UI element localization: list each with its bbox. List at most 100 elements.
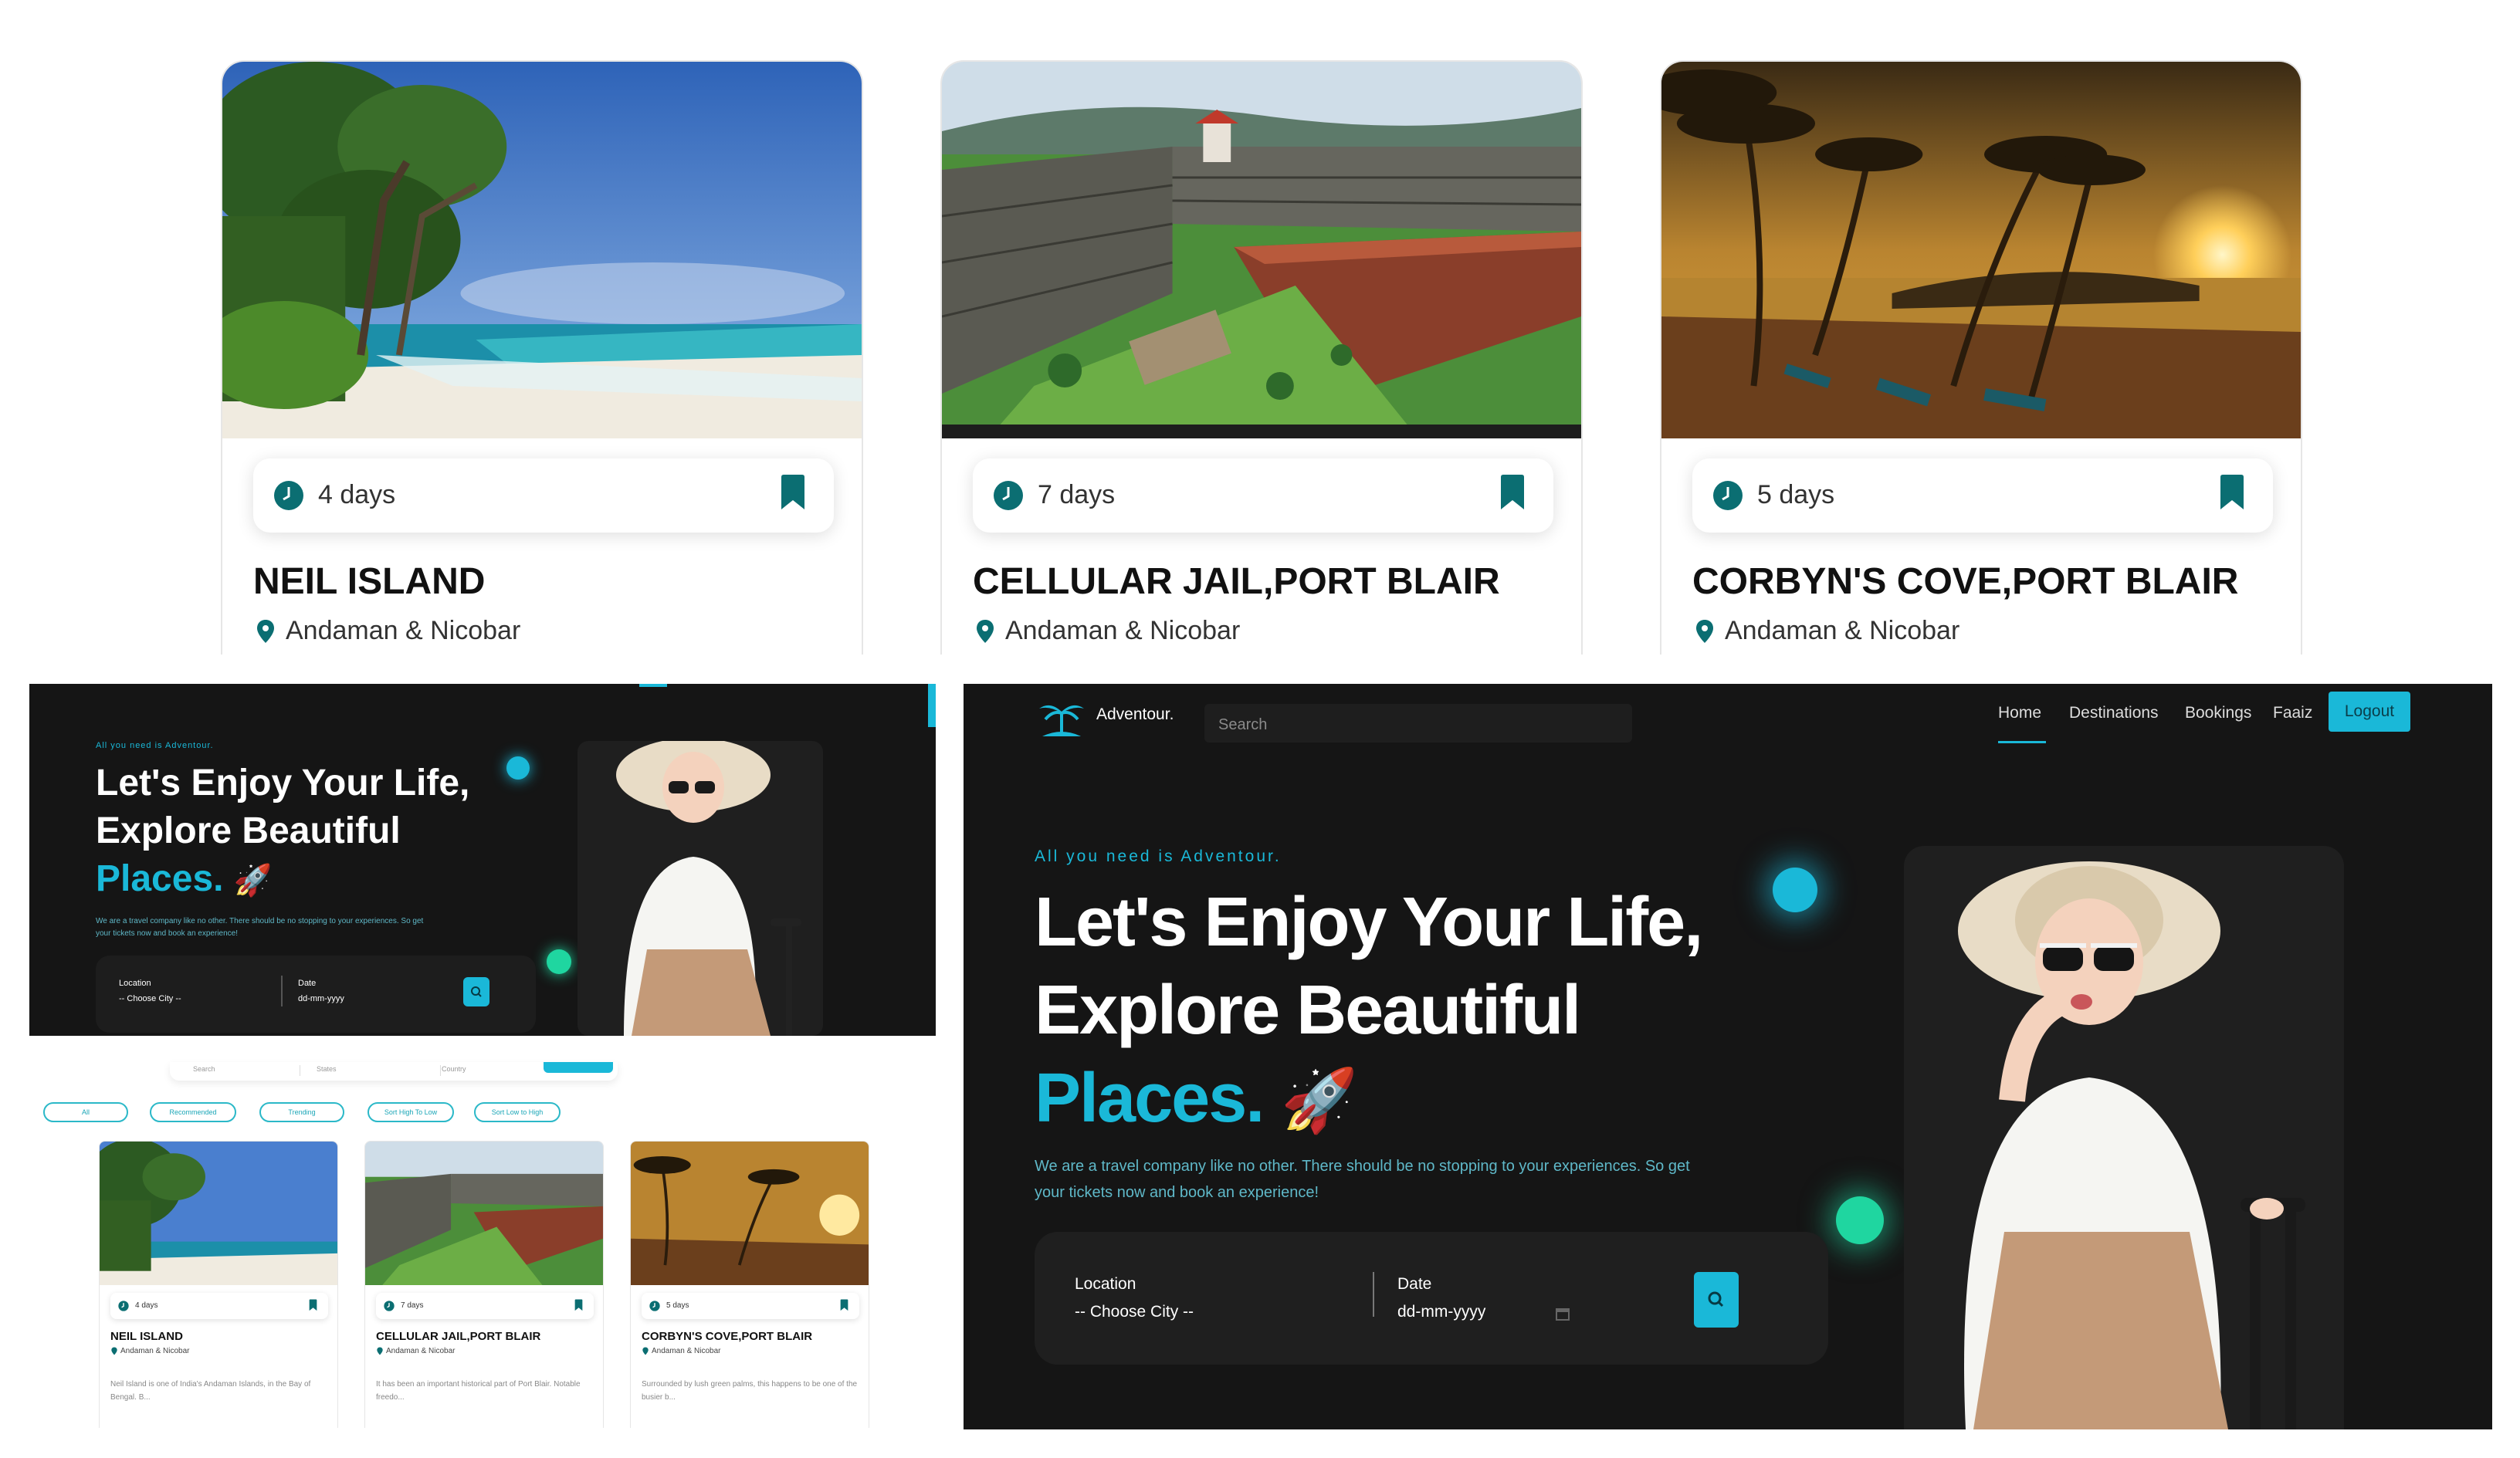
destination-state: Andaman & Nicobar (120, 1347, 190, 1355)
hero-section-small: All you need is Adventour. Let's Enjoy Y… (29, 684, 936, 1036)
bookmark-icon[interactable] (840, 1299, 848, 1311)
calendar-icon[interactable] (1555, 1306, 1570, 1321)
divider (440, 1065, 441, 1076)
tagline: All you need is Adventour. (96, 741, 214, 750)
duration-text: 7 days (401, 1301, 424, 1310)
nav-link-bookings[interactable]: Bookings (2185, 704, 2251, 722)
search-button[interactable] (463, 977, 489, 1006)
location-select[interactable]: -- Choose City -- (119, 994, 181, 1003)
duration-text: 5 days (1757, 480, 1835, 509)
destination-state: Andaman & Nicobar (1725, 616, 1960, 645)
destination-description: Surrounded by lush green palms, this hap… (642, 1380, 858, 1402)
location-pin-icon (977, 620, 994, 643)
search-button[interactable] (1694, 1272, 1739, 1328)
heading-line-1: Let's Enjoy Your Life, (1035, 884, 1703, 961)
tagline: All you need is Adventour. (1035, 847, 1282, 865)
filter-chip-sort-low-high[interactable]: Sort Low to High (474, 1102, 561, 1122)
nav-indicator (639, 684, 667, 687)
search-box: Location -- Choose City -- Date dd-mm-yy… (96, 956, 536, 1033)
desc-line-1: We are a travel company like no other. T… (1035, 1158, 1690, 1175)
desc-line-1: We are a travel company like no other. T… (96, 917, 424, 925)
bookmark-icon[interactable] (574, 1299, 583, 1311)
bookmark-icon[interactable] (780, 474, 806, 511)
search-input[interactable]: Search (1204, 704, 1632, 743)
clock-icon (994, 481, 1023, 510)
divider (281, 976, 283, 1006)
corbyns-cove-photo (631, 1142, 869, 1285)
destination-description: It has been an important historical part… (376, 1380, 581, 1402)
destination-card[interactable]: 7 days CELLULAR JAIL,PORT BLAIR Andaman … (940, 60, 1583, 655)
duration-pill: 7 days (973, 458, 1553, 533)
destination-state: Andaman & Nicobar (386, 1347, 456, 1355)
location-pin-icon (642, 1347, 649, 1355)
filter-chip-sort-high-low[interactable]: Sort High To Low (368, 1102, 454, 1122)
duration-text: 5 days (666, 1301, 689, 1310)
nav-link-destinations[interactable]: Destinations (2069, 704, 2159, 722)
destination-state: Andaman & Nicobar (1005, 616, 1241, 645)
destination-card-small[interactable]: 5 days CORBYN'S COVE,PORT BLAIR Andaman … (630, 1141, 869, 1428)
date-input[interactable]: dd-mm-yyyy (1397, 1303, 1485, 1321)
location-pin-icon (377, 1347, 383, 1355)
booking-search-box: Location -- Choose City -- Date dd-mm-yy… (1035, 1232, 1828, 1365)
glow-dot-blue (1773, 868, 1817, 912)
destination-card[interactable]: 4 days NEIL ISLAND Andaman & Nicobar (221, 60, 863, 655)
location-pin-icon (257, 620, 274, 643)
glow-dot-green (547, 949, 571, 974)
duration-pill: 5 days (642, 1293, 859, 1319)
duration-text: 7 days (1038, 480, 1116, 509)
date-input[interactable]: dd-mm-yyyy (298, 994, 344, 1003)
destination-state: Andaman & Nicobar (652, 1347, 721, 1355)
hero-description: We are a travel company like no other. T… (96, 915, 423, 940)
filter-search-button[interactable] (544, 1062, 613, 1073)
filter-chip-recommended[interactable]: Recommended (150, 1102, 236, 1122)
location-pin-icon (1696, 620, 1713, 643)
palm-logo-icon[interactable] (1036, 696, 1087, 741)
destination-card[interactable]: 5 days CORBYN'S COVE,PORT BLAIR Andaman … (1660, 60, 2302, 655)
bookmark-icon[interactable] (2219, 474, 2245, 511)
duration-pill: 4 days (253, 458, 834, 533)
rocket-icon: 🚀 (1281, 1066, 1358, 1135)
destination-card-small[interactable]: 4 days NEIL ISLAND Andaman & Nicobar Nei… (99, 1141, 338, 1428)
destination-card-small[interactable]: 7 days CELLULAR JAIL,PORT BLAIR Andaman … (364, 1141, 604, 1428)
divider (1373, 1272, 1374, 1317)
heading-line-2: Explore Beautiful (1035, 972, 1581, 1049)
screenshot-collage: 4 days NEIL ISLAND Andaman & Nicobar 7 d… (0, 0, 2520, 1458)
brand-name[interactable]: Adventour. (1096, 705, 1174, 724)
destination-name: NEIL ISLAND (253, 561, 486, 602)
scrollbar[interactable] (928, 684, 936, 727)
heading-line-3: Places. (96, 858, 224, 899)
duration-pill: 4 days (110, 1293, 328, 1319)
glow-dot-green (1836, 1196, 1884, 1244)
nav-link-home[interactable]: Home (1998, 704, 2041, 722)
hero-description: We are a travel company like no other. T… (1035, 1153, 1690, 1206)
country-select[interactable]: Country (442, 1065, 466, 1073)
hero-heading: Let's Enjoy Your Life, Explore Beautiful… (1035, 878, 1703, 1145)
hero-image-frame (1904, 846, 2344, 1429)
destination-name: NEIL ISLAND (110, 1330, 183, 1343)
search-input[interactable]: Search (193, 1065, 215, 1073)
filter-chip-trending[interactable]: Trending (259, 1102, 344, 1122)
duration-text: 4 days (135, 1301, 158, 1310)
destination-description: Neil Island is one of India's Andaman Is… (110, 1380, 311, 1402)
bookmark-icon[interactable] (309, 1299, 317, 1311)
clock-icon (649, 1301, 660, 1311)
heading-line-2: Explore Beautiful (96, 810, 401, 851)
cellular-jail-photo (365, 1142, 603, 1285)
bookmark-icon[interactable] (1499, 474, 1526, 511)
location-select[interactable]: -- Choose City -- (1075, 1303, 1194, 1321)
states-select[interactable]: States (317, 1065, 337, 1073)
neil-island-photo (222, 62, 862, 438)
nav-link-user[interactable]: Faaiz (2273, 704, 2312, 722)
rocket-icon: 🚀 (233, 864, 273, 898)
search-placeholder: Search (1218, 716, 1268, 733)
hero-image-frame (578, 738, 823, 1036)
filter-chip-all[interactable]: All (43, 1102, 128, 1122)
location-label: Location (1075, 1275, 1136, 1293)
location-pin-icon (111, 1347, 117, 1355)
desc-line-2: your tickets now and book an experience! (1035, 1184, 1319, 1201)
logout-button[interactable]: Logout (2329, 692, 2410, 732)
date-label: Date (298, 979, 317, 988)
glow-dot-blue (506, 756, 530, 780)
clock-icon (274, 481, 303, 510)
destination-name: CORBYN'S COVE,PORT BLAIR (642, 1330, 813, 1343)
